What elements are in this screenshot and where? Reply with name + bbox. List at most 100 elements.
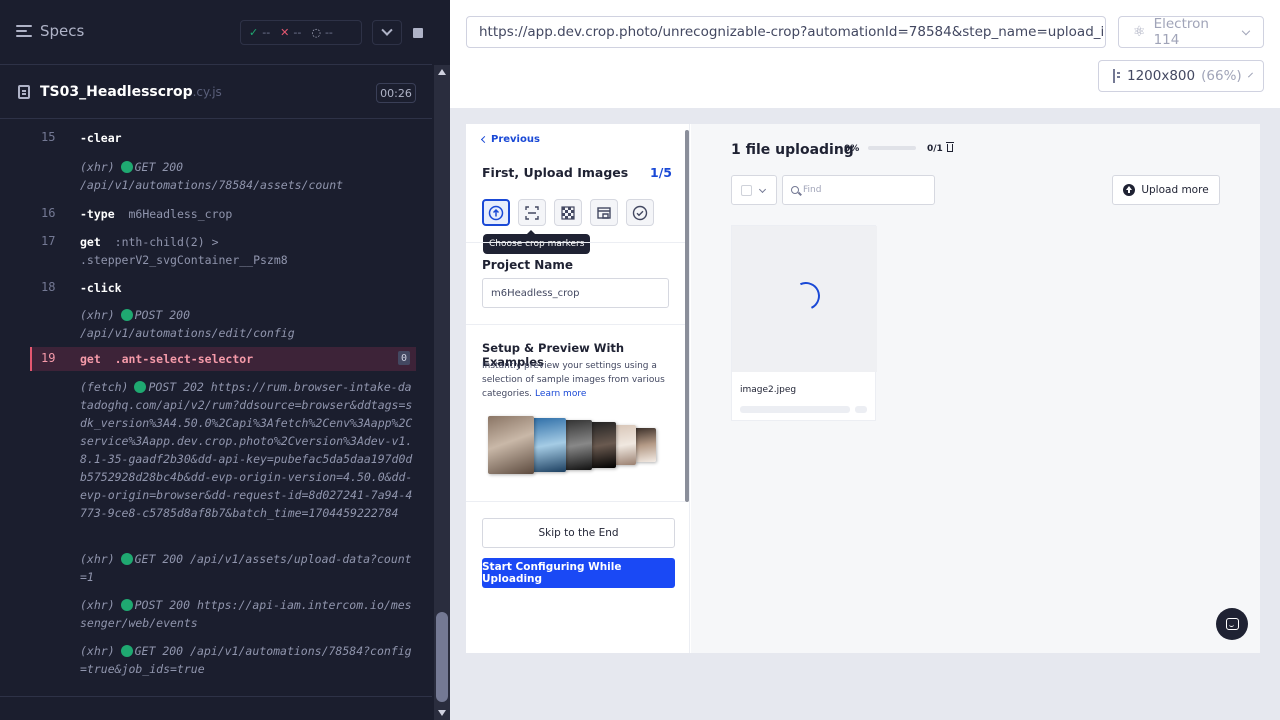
command-log: 15 -clear (xhr) GET 200/api/v1/automation… xyxy=(30,120,416,685)
trash-icon[interactable] xyxy=(946,142,954,152)
divider xyxy=(466,324,685,325)
command-row[interactable]: (xhr) GET 200 /api/v1/automations/78584?c… xyxy=(30,640,416,680)
step-upload[interactable] xyxy=(482,199,510,226)
request-status: GET 200 xyxy=(134,160,184,174)
request-status: POST 200 xyxy=(134,598,191,612)
browser-selector[interactable]: ⚛ Electron 114 xyxy=(1118,16,1264,48)
command-number: 15 xyxy=(41,130,56,144)
app-frame: Previous First, Upload Images 1/5 Choose… xyxy=(466,124,1260,653)
select-all-checkbox[interactable] xyxy=(741,185,752,196)
layout-icon xyxy=(597,206,611,219)
find-input[interactable]: Find xyxy=(782,175,935,205)
browser-label: Electron 114 xyxy=(1153,16,1209,48)
upload-progress-bar xyxy=(868,146,916,150)
command-row[interactable]: (xhr) POST 200/api/v1/automations/edit/co… xyxy=(30,304,416,344)
viewport-size: 1200x800 xyxy=(1127,68,1196,84)
chevron-down-icon xyxy=(758,185,767,194)
checkerboard-icon xyxy=(561,205,575,220)
request-url: /api/v1/automations/edit/config xyxy=(80,326,295,340)
command-number: 18 xyxy=(41,280,56,294)
learn-more-link[interactable]: Learn more xyxy=(535,389,586,399)
spec-timer: 00:26 xyxy=(376,83,416,103)
request-status: POST 200 xyxy=(134,308,191,322)
step-counter: 1/5 xyxy=(650,165,672,180)
project-name-input[interactable]: m6Headless_crop xyxy=(482,278,669,308)
command-row[interactable]: (xhr) GET 200/api/v1/automations/78584/as… xyxy=(30,156,416,196)
previous-link[interactable]: Previous xyxy=(480,134,540,145)
command-row[interactable]: (xhr) GET 200 /api/v1/assets/upload-data?… xyxy=(30,548,416,588)
stop-icon xyxy=(413,27,423,38)
command-row[interactable]: (xhr) POST 200 https://api-iam.intercom.i… xyxy=(30,594,416,634)
upload-area: 1 file uploading 0% 0/1 Find Upload more xyxy=(691,124,1260,653)
scrollbar-thumb[interactable] xyxy=(436,612,448,702)
status-dot-icon xyxy=(120,161,133,173)
command-number: 16 xyxy=(41,206,56,220)
element-count-badge: 0 xyxy=(398,351,410,365)
x-icon: ✕ xyxy=(280,26,290,39)
upload-circle-icon xyxy=(488,205,504,220)
upload-percent: 0% xyxy=(844,144,860,154)
loading-spinner-icon xyxy=(788,278,824,314)
request-type: (xhr) xyxy=(80,552,115,566)
collapse-button[interactable] xyxy=(372,20,402,45)
command-log-scrollbar[interactable] xyxy=(434,65,450,720)
command-row[interactable]: (fetch) POST 202 https://rum.browser-inta… xyxy=(30,376,416,542)
file-name: image2.jpeg xyxy=(740,385,797,395)
request-type: (xhr) xyxy=(80,644,115,658)
command-name: get xyxy=(80,235,101,249)
sample-image xyxy=(590,422,616,468)
step-crop-markers[interactable] xyxy=(518,199,546,226)
request-url: /api/v1/automations/78584/assets/count xyxy=(80,178,344,192)
command-arg: :nth-child(2) > .stepperV2_svgContainer_… xyxy=(80,235,288,267)
request-status: GET 200 xyxy=(134,552,184,566)
request-status: GET 200 xyxy=(134,644,184,658)
step-title: First, Upload Images xyxy=(482,165,629,180)
step-layout[interactable] xyxy=(590,199,618,226)
step-finish[interactable] xyxy=(626,199,654,226)
document-icon xyxy=(18,85,30,99)
status-dot-icon xyxy=(120,553,133,565)
sample-images[interactable] xyxy=(488,416,662,474)
spec-file-name[interactable]: TS03_Headlesscrop.cy.js xyxy=(40,84,222,100)
chat-launcher-button[interactable] xyxy=(1216,608,1248,640)
aut-header: https://app.dev.crop.photo/unrecognizabl… xyxy=(450,0,1280,108)
command-name: -clear xyxy=(80,131,122,145)
url-bar[interactable]: https://app.dev.crop.photo/unrecognizabl… xyxy=(466,16,1106,48)
request-type: (xhr) xyxy=(80,308,115,322)
check-circle-icon xyxy=(632,205,648,220)
search-icon xyxy=(791,186,799,194)
specs-toolbar: Specs ✓ -- ✕ -- ◌ -- xyxy=(0,0,432,65)
cypress-runner-panel: Specs ✓ -- ✕ -- ◌ -- TS03_Headlesscrop.cy.j… xyxy=(0,0,450,720)
file-thumbnail xyxy=(732,226,877,372)
chevron-down-icon xyxy=(1247,72,1253,77)
command-row-active[interactable]: 19 get .ant-select-selector 0 xyxy=(30,347,416,371)
status-dot-icon xyxy=(134,381,147,393)
chevron-left-icon xyxy=(480,135,489,144)
viewport-selector[interactable]: 1200x800 (66%) xyxy=(1098,60,1264,92)
select-all-dropdown[interactable] xyxy=(731,175,777,205)
upload-more-button[interactable]: Upload more xyxy=(1112,175,1220,205)
status-dot-icon xyxy=(120,599,133,611)
scroll-down-arrow-icon[interactable] xyxy=(438,710,446,716)
check-icon: ✓ xyxy=(249,26,259,39)
command-row[interactable]: 17 get :nth-child(2) > .stepperV2_svgCon… xyxy=(30,230,416,272)
start-configuring-button[interactable]: Start Configuring While Uploading xyxy=(482,558,675,588)
command-number: 19 xyxy=(41,351,56,365)
scroll-up-arrow-icon[interactable] xyxy=(438,69,446,75)
specs-toggle[interactable]: Specs xyxy=(16,22,84,40)
request-url: https://rum.browser-intake-datadoghq.com… xyxy=(80,380,413,520)
divider xyxy=(0,696,432,697)
divider xyxy=(466,242,685,243)
command-row[interactable]: 16 -type m6Headless_crop xyxy=(30,202,416,226)
sidebar-scrollbar[interactable] xyxy=(685,130,689,502)
command-row[interactable]: 15 -clear xyxy=(30,126,416,150)
stepper xyxy=(482,199,654,226)
file-card[interactable]: image2.jpeg xyxy=(731,225,877,421)
upload-count: 0/1 xyxy=(927,144,943,154)
status-dot-icon xyxy=(120,309,133,321)
stop-button[interactable] xyxy=(403,20,433,45)
skip-to-end-button[interactable]: Skip to the End xyxy=(482,518,675,548)
file-progress-placeholder xyxy=(855,406,867,413)
command-row[interactable]: 18 -click xyxy=(30,276,416,300)
step-background[interactable] xyxy=(554,199,582,226)
